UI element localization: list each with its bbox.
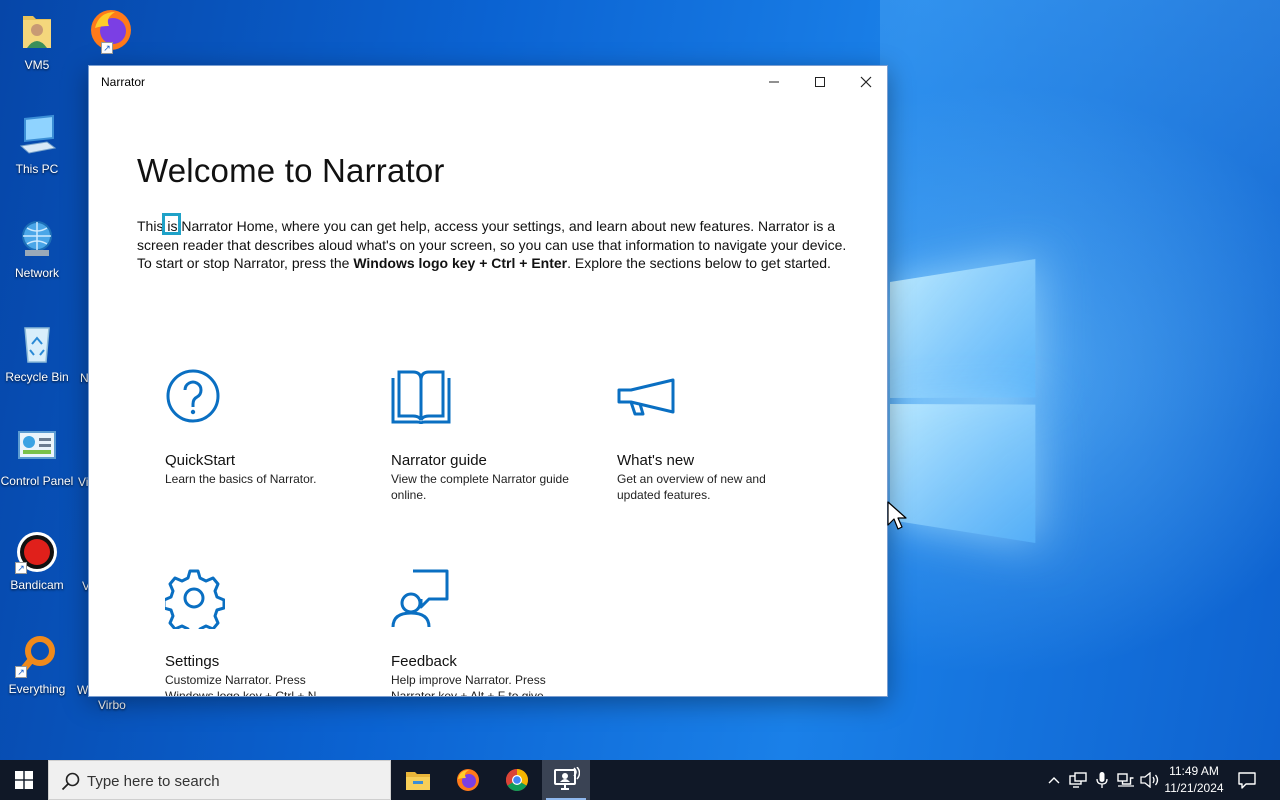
taskbar-clock[interactable]: 11:49 AM 11/21/2024 — [1160, 763, 1228, 797]
firefox-icon — [457, 769, 479, 791]
tile-settings-desc: Customize Narrator. Press Windows logo k… — [165, 673, 317, 697]
help-question-icon — [165, 368, 225, 428]
desktop-icon-this-pc[interactable]: This PC — [0, 114, 74, 176]
close-button[interactable] — [843, 66, 887, 98]
computer-icon — [15, 114, 59, 158]
maximize-icon — [815, 77, 825, 87]
taskbar-chrome[interactable] — [493, 760, 541, 800]
intro-paragraph: This is Narrator Home, where you can get… — [137, 218, 847, 271]
tile-narrator-guide-desc: View the complete Narrator guide online. — [391, 472, 569, 502]
search-input[interactable] — [87, 769, 377, 793]
folder-icon — [406, 772, 430, 790]
desktop-icon-partial-label: Vi — [78, 475, 89, 489]
clock-date: 11/21/2024 — [1164, 781, 1224, 795]
desktop-icon-vm5[interactable]: VM5 — [0, 10, 74, 72]
tile-feedback-desc: Help improve Narrator. Press Narrator ke… — [391, 673, 546, 697]
windows-wallpaper-logo — [890, 259, 1036, 543]
action-center-button[interactable] — [1232, 760, 1262, 800]
tray-remote-desktop[interactable] — [1066, 760, 1090, 800]
desktop-icon-control-panel[interactable]: Control Panel — [0, 426, 74, 488]
tile-quickstart-desc: Learn the basics of Narrator. — [165, 472, 317, 486]
book-icon — [391, 368, 451, 428]
desktop-icon-virbo-label[interactable]: Virbo — [98, 698, 126, 712]
tile-feedback-title: Feedback — [391, 653, 457, 670]
network-globe-icon — [15, 218, 59, 262]
recycle-bin-icon — [15, 322, 59, 366]
windows-start-icon — [15, 771, 33, 789]
tile-narrator-guide[interactable]: Narrator guide View the complete Narrato… — [391, 368, 591, 503]
control-panel-icon — [15, 426, 59, 470]
desktop-icon-partial-label: W — [77, 683, 89, 697]
tray-microphone[interactable] — [1090, 760, 1114, 800]
speaker-volume-icon — [1140, 772, 1159, 788]
shortcut-keys: Windows logo key + Ctrl + Enter — [353, 255, 568, 271]
title-bar[interactable]: Narrator — [89, 66, 887, 98]
page-title: Welcome to Narrator — [137, 152, 445, 189]
desktop-icon-recycle-bin[interactable]: Recycle Bin — [0, 322, 74, 384]
mouse-pointer-icon — [887, 501, 907, 530]
microphone-icon — [1096, 772, 1108, 788]
window-title: Narrator — [101, 75, 146, 89]
tile-whats-new[interactable]: What's new Get an overview of new and up… — [617, 368, 817, 503]
maximize-button[interactable] — [797, 66, 843, 98]
tray-volume[interactable] — [1138, 760, 1162, 800]
gear-icon — [162, 569, 226, 638]
clock-time: 11:49 AM — [1169, 764, 1219, 778]
desktop-icon-network[interactable]: Network — [0, 218, 74, 280]
tile-quickstart-title: QuickStart — [165, 452, 236, 469]
firefox-icon: ↗ — [87, 6, 135, 54]
close-icon — [860, 76, 872, 88]
taskbar-firefox[interactable] — [444, 760, 492, 800]
taskbar-narrator[interactable] — [542, 760, 590, 800]
tile-settings[interactable]: Settings Customize Narrator. Press Windo… — [162, 569, 365, 697]
taskbar-search-box[interactable] — [48, 760, 391, 800]
feedback-person-icon — [391, 569, 451, 629]
tile-quickstart[interactable]: QuickStart Learn the basics of Narrator. — [165, 368, 365, 487]
tile-whats-new-title: What's new — [617, 452, 695, 469]
desktop-icon-firefox[interactable]: ↗ — [74, 6, 148, 58]
chevron-up-icon — [1048, 777, 1060, 784]
desktop-icon-bandicam[interactable]: ↗ Bandicam — [0, 530, 74, 592]
taskbar: 11:49 AM 11/21/2024 — [0, 760, 1280, 800]
minimize-button[interactable] — [751, 66, 797, 98]
bandicam-record-icon: ↗ — [15, 530, 59, 574]
tray-show-hidden-icons[interactable] — [1042, 760, 1066, 800]
network-ethernet-icon — [1117, 773, 1134, 787]
user-folder-icon — [15, 10, 59, 54]
notification-icon — [1238, 772, 1256, 789]
tile-whats-new-desc: Get an overview of new and updated featu… — [617, 472, 766, 502]
minimize-icon — [769, 81, 779, 83]
narrator-focus-highlight — [162, 213, 181, 235]
narrator-icon — [554, 767, 580, 790]
desktop-icon-everything[interactable]: ↗ Everything — [0, 634, 74, 696]
taskbar-file-explorer[interactable] — [394, 760, 442, 800]
tile-feedback[interactable]: Feedback Help improve Narrator. Press Na… — [391, 569, 591, 697]
start-button[interactable] — [0, 760, 48, 800]
search-icon — [61, 772, 80, 791]
remote-desktop-icon — [1069, 772, 1087, 788]
everything-search-icon: ↗ — [15, 634, 59, 678]
chrome-icon — [506, 769, 528, 791]
narrator-window: Narrator Welcome to Narrator This is Nar… — [88, 65, 888, 697]
megaphone-icon — [617, 368, 677, 428]
tray-network[interactable] — [1114, 760, 1138, 800]
tile-settings-title: Settings — [165, 653, 220, 670]
tile-narrator-guide-title: Narrator guide — [391, 452, 487, 469]
